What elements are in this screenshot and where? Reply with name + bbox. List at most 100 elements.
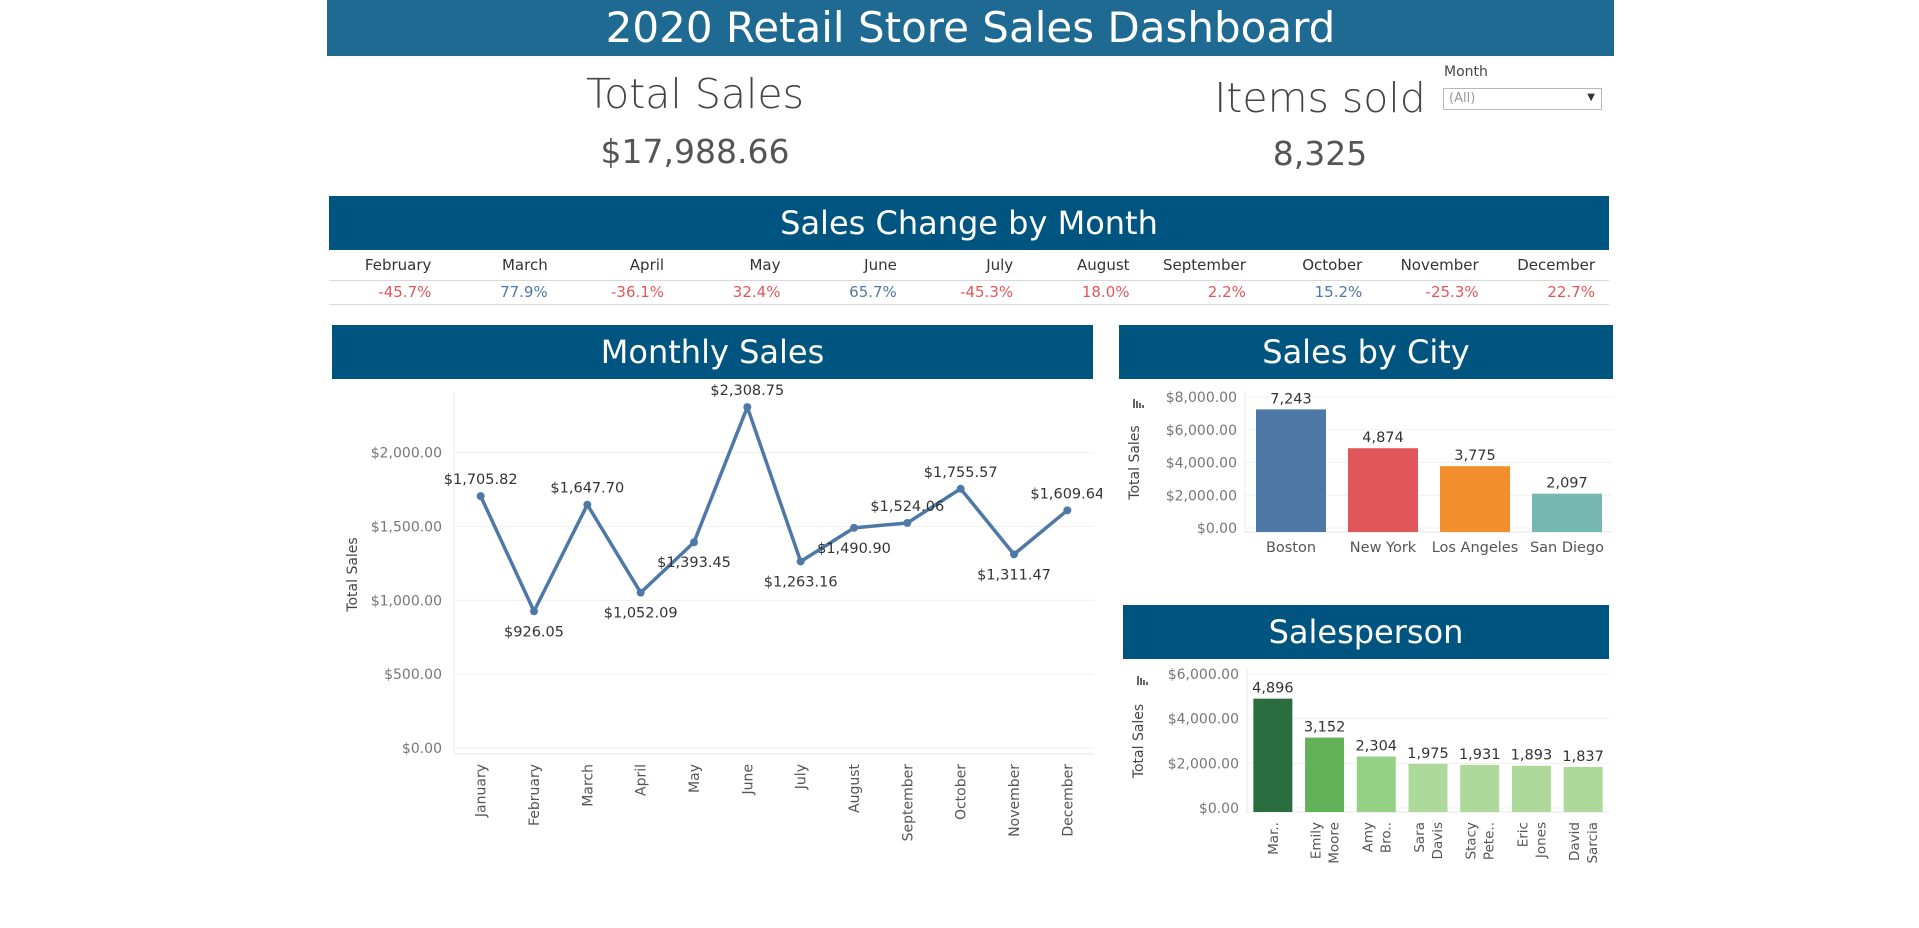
y-axis-label: Total Sales	[345, 537, 361, 612]
data-label: $1,052.09	[604, 606, 678, 622]
bar	[1253, 698, 1293, 812]
change-month-header: December	[1517, 256, 1595, 274]
data-label: 3,775	[1454, 448, 1496, 464]
x-tick-label: Eric	[1515, 822, 1531, 847]
change-month-header: May	[749, 256, 781, 274]
data-label: $1,755.57	[924, 465, 998, 481]
x-tick-label: Amy	[1360, 822, 1376, 852]
month-filter-dropdown[interactable]: (All) ▼	[1443, 88, 1602, 110]
change-value: -45.7%	[378, 283, 432, 301]
data-point	[690, 538, 698, 547]
y-tick-label: $0.00	[402, 741, 442, 757]
data-label: $1,647.70	[550, 481, 624, 497]
bar	[1532, 493, 1602, 532]
change-month-header: April	[629, 256, 665, 274]
x-tick-label: Bro..	[1378, 822, 1394, 853]
data-label: 1,931	[1459, 747, 1501, 763]
monthly-sales-title: Monthly Sales	[332, 325, 1093, 379]
x-tick-label: Moore	[1327, 822, 1343, 864]
y-tick-label: $4,000.00	[1166, 456, 1237, 472]
change-value: 77.9%	[500, 283, 548, 301]
y-tick-label: $0.00	[1197, 521, 1237, 537]
data-point	[1063, 506, 1072, 515]
x-tick-label: April	[634, 764, 650, 796]
data-label: $1,311.47	[977, 567, 1051, 583]
total-sales-label: Total Sales	[586, 70, 804, 118]
bar	[1460, 764, 1500, 812]
data-point	[530, 607, 538, 616]
sort-icon-bar	[1139, 403, 1141, 408]
y-axis-label: Total Sales	[1127, 425, 1143, 500]
month-filter-label: Month	[1444, 64, 1488, 80]
sort-icon-bar	[1140, 678, 1142, 685]
change-value: 15.2%	[1314, 283, 1363, 301]
y-tick-label: $6,000.00	[1166, 423, 1237, 439]
table-divider	[329, 304, 1609, 305]
x-tick-label: Emily	[1309, 822, 1325, 859]
change-value: -25.3%	[1425, 283, 1479, 301]
y-tick-label: $6,000.00	[1168, 667, 1239, 683]
data-point	[796, 557, 805, 566]
bar	[1256, 409, 1326, 532]
change-month-header: March	[501, 256, 548, 274]
x-tick-label: December	[1060, 764, 1076, 837]
data-point	[583, 500, 592, 509]
change-month-header: November	[1400, 256, 1479, 274]
x-tick-label: Los Angeles	[1432, 540, 1519, 556]
x-tick-label: January	[474, 764, 490, 818]
y-tick-label: $500.00	[384, 667, 442, 683]
x-tick-label: San Diego	[1530, 540, 1604, 556]
sort-icon	[1133, 399, 1144, 408]
data-point	[636, 588, 645, 597]
data-point	[1010, 550, 1018, 559]
salesperson-chart: $0.00 $2,000.00 $4,000.00 $6,000.00 Total Sa…	[1131, 667, 1609, 864]
y-tick-label: $4,000.00	[1168, 712, 1239, 728]
x-tick-label: New York	[1350, 540, 1417, 556]
x-tick-label: March	[580, 764, 596, 807]
sales-change-title: Sales Change by Month	[329, 196, 1609, 250]
x-tick-label: August	[847, 763, 863, 813]
x-tick-label: Sarcia	[1585, 822, 1601, 864]
month-filter-value: (All)	[1449, 91, 1476, 106]
data-label: 3,152	[1304, 720, 1346, 736]
sort-icon-bar	[1146, 682, 1148, 685]
data-label: $2,308.75	[710, 383, 784, 399]
data-point	[850, 523, 858, 532]
bar	[1305, 737, 1345, 812]
y-tick-label: $1,000.00	[371, 593, 442, 609]
y-tick-label: $2,000.00	[1168, 756, 1239, 772]
bar	[1348, 448, 1418, 532]
y-tick-label: $1,500.00	[371, 520, 442, 536]
data-label: $1,393.45	[657, 555, 731, 571]
sort-icon	[1137, 676, 1148, 685]
data-point	[476, 492, 485, 501]
data-point	[743, 403, 752, 412]
data-label: 7,243	[1270, 391, 1312, 407]
x-tick-label: June	[740, 764, 756, 796]
data-point	[956, 484, 965, 493]
chevron-down-icon[interactable]: ▼	[1587, 92, 1595, 103]
x-tick-label: Stacy	[1464, 822, 1480, 860]
monthly-sales-chart: $0.00 $500.00 $1,000.00 $1,500.00 $2,000.00 T…	[345, 383, 1102, 841]
data-label: 4,874	[1362, 430, 1404, 446]
change-month-header: October	[1302, 256, 1363, 274]
change-month-header: June	[864, 256, 897, 274]
data-label: $1,705.82	[444, 472, 518, 488]
change-value: 22.7%	[1547, 283, 1595, 301]
y-tick-label: $2,000.00	[371, 446, 442, 462]
data-label: $1,524.06	[870, 499, 944, 515]
data-label: $926.05	[504, 624, 564, 640]
change-month-header: February	[364, 256, 432, 274]
change-value: 32.4%	[732, 283, 781, 301]
bar	[1511, 765, 1551, 812]
x-tick-label: Sara	[1412, 822, 1428, 853]
data-label: 2,097	[1546, 476, 1588, 492]
sort-icon-bar	[1142, 405, 1144, 408]
change-value: -45.3%	[960, 283, 1014, 301]
y-tick-label: $0.00	[1199, 801, 1239, 817]
x-tick-label: July	[794, 764, 810, 790]
change-value: 18.0%	[1081, 283, 1130, 301]
data-label: 4,896	[1252, 681, 1294, 697]
sort-icon-bar	[1136, 401, 1138, 408]
x-tick-label: Jones	[1533, 822, 1549, 859]
